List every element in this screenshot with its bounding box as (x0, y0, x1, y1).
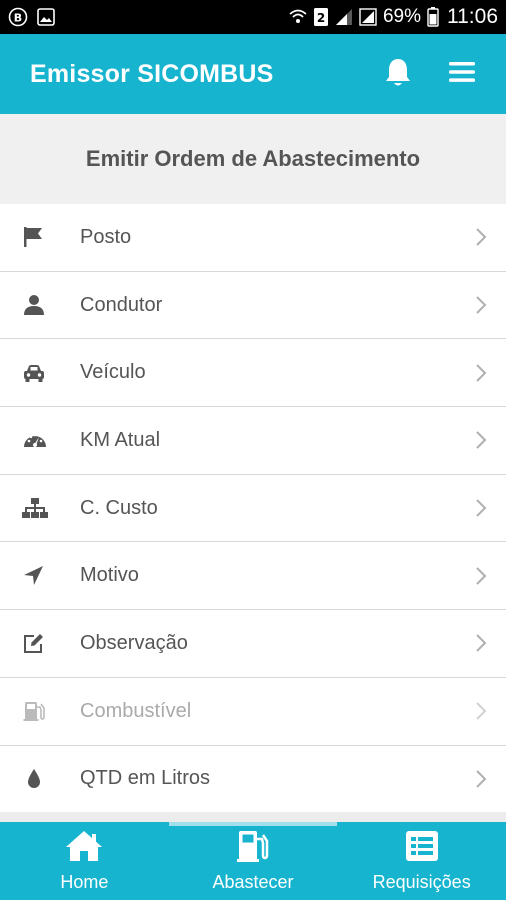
bottom-navigation: Home Abastecer Requisições (0, 822, 506, 900)
list-item-label: Posto (80, 225, 132, 248)
chevron-right-icon (456, 769, 506, 789)
order-form-list: Posto Condutor Veículo KM Atual C. Custo… (0, 204, 506, 814)
chevron-right-icon (456, 566, 506, 586)
user-icon (0, 294, 80, 316)
list-item-label: QTD em Litros (80, 767, 211, 790)
chevron-right-icon (456, 701, 506, 721)
image-icon (36, 7, 56, 27)
car-icon (0, 362, 80, 384)
list-item-c-custo[interactable]: C. Custo (0, 474, 506, 543)
section-title: Emitir Ordem de Abastecimento (85, 146, 421, 171)
list-item-label: KM Atual (80, 428, 161, 451)
menu-icon (448, 60, 476, 89)
list-item-motivo[interactable]: Motivo (0, 542, 506, 611)
svg-text:B: B (14, 12, 22, 25)
svg-text:2: 2 (317, 11, 325, 25)
list-item-label: Motivo (80, 564, 139, 587)
sitemap-icon (0, 497, 80, 519)
nav-label: Abastecer (212, 872, 294, 892)
edit-icon (0, 632, 80, 654)
list-item-qtd-em-litros[interactable]: QTD em Litros (0, 745, 506, 814)
list-item-condutor[interactable]: Condutor (0, 271, 506, 340)
wifi-icon (289, 8, 307, 26)
list-item-label: Condutor (80, 293, 163, 316)
chevron-right-icon (456, 227, 506, 247)
gas-pump-icon (0, 700, 80, 722)
list-item-label: C. Custo (80, 496, 158, 519)
list-item-veiculo[interactable]: Veículo (0, 339, 506, 408)
clock: 11:06 (447, 5, 498, 28)
status-bar: B 2 69% 11:06 (0, 0, 506, 34)
nav-label: Requisições (372, 872, 471, 892)
list-item-label: Combustível (80, 699, 192, 722)
droplet-icon (0, 768, 80, 790)
list-item-km-atual[interactable]: KM Atual (0, 407, 506, 475)
battery-icon (427, 7, 439, 27)
list-item-label: Veículo (80, 361, 146, 384)
gas-pump-icon (233, 829, 273, 868)
list-item-label: Observação (80, 631, 188, 654)
battery-percent: 69% (382, 6, 421, 27)
app-title: Emissor SICOMBUS (30, 59, 274, 88)
sim-2-icon: 2 (313, 7, 329, 27)
scroll-indicator (0, 812, 506, 822)
bluetooth-icon: B (8, 7, 28, 27)
signal-icon (359, 8, 377, 26)
bell-icon (384, 57, 412, 92)
section-header: Emitir Ordem de Abastecimento (0, 114, 506, 204)
nav-item-abastecer[interactable]: Abastecer (168, 822, 338, 900)
list-item-combustivel[interactable]: Combustível (0, 677, 506, 746)
flag-icon (0, 226, 80, 248)
notifications-button[interactable] (376, 52, 420, 96)
list-icon (402, 829, 442, 868)
chevron-right-icon (456, 430, 506, 450)
home-icon (64, 829, 104, 868)
signal-icon (335, 8, 353, 26)
list-item-posto[interactable]: Posto (0, 204, 506, 272)
chevron-right-icon (456, 633, 506, 653)
location-arrow-icon (0, 565, 80, 587)
chevron-right-icon (456, 363, 506, 383)
nav-item-requisicoes[interactable]: Requisições (337, 822, 506, 900)
list-item-observacao[interactable]: Observação (0, 610, 506, 678)
chevron-right-icon (456, 295, 506, 315)
nav-item-home[interactable]: Home (0, 822, 169, 900)
app-bar: Emissor SICOMBUS (0, 34, 506, 114)
tachometer-icon (0, 429, 80, 451)
menu-button[interactable] (440, 52, 484, 96)
chevron-right-icon (456, 498, 506, 518)
nav-label: Home (60, 872, 109, 892)
